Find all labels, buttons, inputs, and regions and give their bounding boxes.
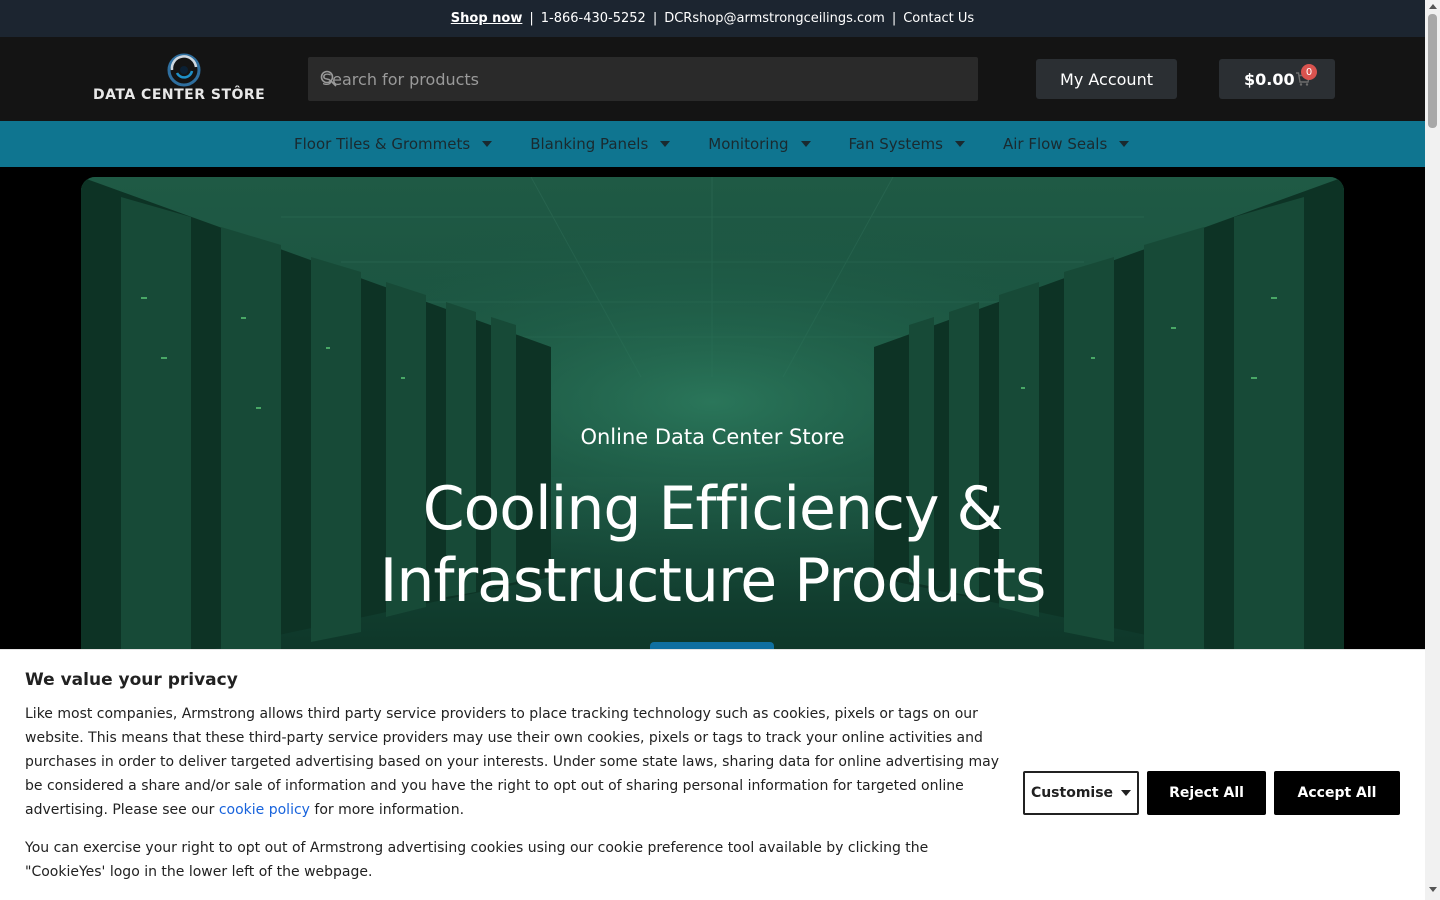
nav-item-label: Blanking Panels <box>530 135 649 153</box>
cart-button[interactable]: $0.00 0 <box>1219 59 1335 99</box>
hero-title-line: Infrastructure Products <box>379 546 1047 616</box>
search-input[interactable] <box>308 69 978 89</box>
search-bar <box>308 57 978 101</box>
nav-item-label: Air Flow Seals <box>1002 135 1108 153</box>
cookie-description: Like most companies, Armstrong allows th… <box>25 702 1010 822</box>
nav-item-floor-tiles[interactable]: Floor Tiles & Grommets <box>294 135 493 153</box>
hero-title: Cooling Efficiency & Infrastructure Prod… <box>81 473 1344 617</box>
nav-item-air-flow-seals[interactable]: Air Flow Seals <box>1002 135 1130 153</box>
nav-item-blanking-panels[interactable]: Blanking Panels <box>530 135 671 153</box>
cookie-text: for more information. <box>309 802 465 818</box>
caret-down-icon <box>660 141 671 147</box>
customise-button[interactable]: Customise <box>1023 771 1139 815</box>
cookie-consent-banner: We value your privacy Like most companie… <box>0 649 1425 900</box>
caret-down-icon <box>1121 790 1132 796</box>
separator: | <box>891 11 897 26</box>
cookie-optout-text: You can exercise your right to opt out o… <box>25 840 929 880</box>
my-account-button[interactable]: My Account <box>1036 59 1177 99</box>
separator: | <box>529 11 534 26</box>
nav-item-label: Fan Systems <box>848 135 943 153</box>
cookie-policy-link[interactable]: cookie policy <box>219 802 310 818</box>
shop-now-link[interactable]: Shop now <box>451 11 523 26</box>
search-icon[interactable] <box>320 70 338 88</box>
hero-banner: Online Data Center Store Cooling Efficie… <box>81 177 1344 677</box>
hero-subtitle: Online Data Center Store <box>580 425 845 449</box>
scroll-thumb[interactable] <box>1428 14 1437 128</box>
logo-text: DATA CENTER STÔRE <box>93 87 266 103</box>
caret-down-icon <box>1119 141 1130 147</box>
cart-count-badge: 0 <box>1301 64 1317 80</box>
page-scrollbar[interactable] <box>1425 0 1440 900</box>
nav-item-fan-systems[interactable]: Fan Systems <box>849 135 965 153</box>
scroll-down-arrow-icon[interactable] <box>1429 887 1437 892</box>
main-nav: Floor Tiles & Grommets Blanking Panels M… <box>0 121 1425 167</box>
phone-number[interactable]: 1-866-430-5252 <box>541 11 646 26</box>
caret-down-icon <box>482 141 493 147</box>
nav-item-label: Monitoring <box>708 135 789 153</box>
logo-swirl-icon <box>167 53 201 87</box>
caret-down-icon <box>800 141 811 147</box>
cookie-heading: We value your privacy <box>25 670 238 690</box>
site-logo[interactable]: DATA CENTER STÔRE <box>93 53 275 107</box>
cart-total: $0.00 <box>1244 69 1295 89</box>
reject-all-button[interactable]: Reject All <box>1147 771 1266 815</box>
nav-item-label: Floor Tiles & Grommets <box>294 135 471 153</box>
contact-us-link[interactable]: Contact Us <box>903 11 974 26</box>
separator: | <box>652 11 658 26</box>
scroll-up-arrow-icon[interactable] <box>1429 4 1437 9</box>
accept-all-button[interactable]: Accept All <box>1274 771 1400 815</box>
caret-down-icon <box>954 141 965 147</box>
cookie-text: Like most companies, Armstrong allows th… <box>25 706 999 818</box>
customise-label: Customise <box>1030 785 1114 801</box>
top-info-bar: Shop now | 1-866-430-5252 | DCRshop@arms… <box>0 0 1425 37</box>
nav-item-monitoring[interactable]: Monitoring <box>708 135 811 153</box>
site-header: DATA CENTER STÔRE My Account $0.00 0 <box>0 37 1425 121</box>
email-address[interactable]: DCRshop@armstrongceilings.com <box>664 11 885 26</box>
hero-title-line: Cooling Efficiency & <box>422 474 1004 544</box>
